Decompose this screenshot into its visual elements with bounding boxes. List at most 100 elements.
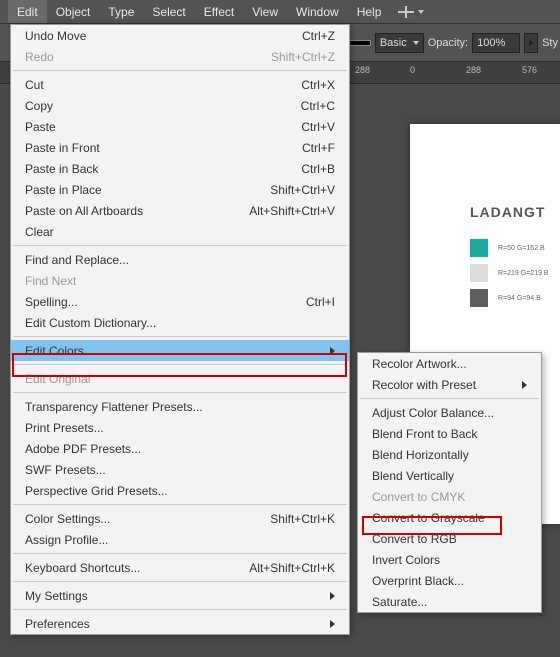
edit-menu-item: Edit Original [11, 368, 349, 389]
ruler-tick: 288 [355, 65, 370, 75]
menu-type[interactable]: Type [99, 0, 143, 23]
edit-colors-item[interactable]: Convert to RGB [358, 528, 541, 549]
menu-item-shortcut: Ctrl+Z [302, 29, 335, 43]
menu-item-label: Recolor with Preset [372, 378, 476, 392]
edit-colors-item[interactable]: Blend Horizontally [358, 444, 541, 465]
menu-item-label: Adjust Color Balance... [372, 406, 494, 420]
menu-item-label: Paste on All Artboards [25, 204, 143, 218]
opacity-popup-button[interactable] [524, 33, 538, 53]
menu-view[interactable]: View [243, 0, 287, 23]
edit-colors-item[interactable]: Blend Front to Back [358, 423, 541, 444]
edit-menu-item[interactable]: Paste on All Artboards Alt+Shift+Ctrl+V [11, 200, 349, 221]
edit-menu-item[interactable]: Undo Move Ctrl+Z [11, 25, 349, 46]
edit-menu-item: Find Next [11, 270, 349, 291]
menu-select[interactable]: Select [143, 0, 194, 23]
menu-item-label: Edit Colors [25, 344, 84, 358]
menu-separator [13, 336, 347, 337]
edit-colors-item[interactable]: Invert Colors [358, 549, 541, 570]
edit-colors-item: Convert to CMYK [358, 486, 541, 507]
menu-effect[interactable]: Effect [195, 0, 243, 23]
edit-colors-item[interactable]: Recolor with Preset [358, 374, 541, 395]
menu-item-label: Overprint Black... [372, 574, 464, 588]
menu-item-label: Transparency Flattener Presets... [25, 400, 203, 414]
layout-grid-icon[interactable] [390, 0, 432, 23]
edit-menu-item[interactable]: Perspective Grid Presets... [11, 480, 349, 501]
menu-item-shortcut: Alt+Shift+Ctrl+V [249, 204, 335, 218]
menu-separator [13, 504, 347, 505]
menu-item-shortcut: Ctrl+X [301, 78, 335, 92]
brush-definition-dropdown[interactable]: Basic [375, 33, 424, 53]
edit-menu-item[interactable]: Print Presets... [11, 417, 349, 438]
edit-menu-item[interactable]: Edit Colors [11, 340, 349, 361]
menu-item-label: Copy [25, 99, 53, 113]
menu-item-label: Cut [25, 78, 44, 92]
ruler-tick: 288 [466, 65, 481, 75]
edit-menu-item[interactable]: Paste in FrontCtrl+F [11, 137, 349, 158]
menu-item-label: Convert to Grayscale [372, 511, 485, 525]
edit-menu-item[interactable]: CopyCtrl+C [11, 95, 349, 116]
submenu-arrow-icon [330, 620, 335, 628]
edit-menu-item[interactable]: Clear [11, 221, 349, 242]
menu-help[interactable]: Help [348, 0, 391, 23]
edit-menu-item[interactable]: PasteCtrl+V [11, 116, 349, 137]
stroke-style-swatch[interactable] [347, 40, 371, 46]
menu-item-label: Assign Profile... [25, 533, 108, 547]
menu-item-label: Undo Move [25, 29, 86, 43]
color-swatch [470, 264, 488, 282]
menu-item-label: Redo [25, 50, 54, 64]
menu-separator [13, 245, 347, 246]
edit-menu-item[interactable]: Assign Profile... [11, 529, 349, 550]
edit-menu-item[interactable]: Find and Replace... [11, 249, 349, 270]
menu-item-label: Perspective Grid Presets... [25, 484, 168, 498]
menu-window[interactable]: Window [287, 0, 348, 23]
menu-item-label: Saturate... [372, 595, 427, 609]
edit-menu-item[interactable]: Keyboard Shortcuts...Alt+Shift+Ctrl+K [11, 557, 349, 578]
menu-separator [13, 70, 347, 71]
edit-menu-item[interactable]: Adobe PDF Presets... [11, 438, 349, 459]
menu-item-shortcut: Shift+Ctrl+V [270, 183, 335, 197]
menu-separator [13, 553, 347, 554]
color-swatch [470, 289, 488, 307]
edit-menu-item[interactable]: Spelling...Ctrl+I [11, 291, 349, 312]
edit-colors-item[interactable]: Blend Vertically [358, 465, 541, 486]
menu-item-label: My Settings [25, 589, 88, 603]
edit-menu-item: RedoShift+Ctrl+Z [11, 46, 349, 67]
opacity-field[interactable]: 100% [472, 33, 520, 53]
edit-menu-item[interactable]: Color Settings...Shift+Ctrl+K [11, 508, 349, 529]
menu-item-shortcut: Shift+Ctrl+K [270, 512, 335, 526]
submenu-arrow-icon [330, 592, 335, 600]
edit-menu-item[interactable]: My Settings [11, 585, 349, 606]
menu-item-label: Print Presets... [25, 421, 104, 435]
menu-item-label: Spelling... [25, 295, 78, 309]
opacity-label: Opacity: [428, 37, 468, 49]
menu-item-label: Edit Custom Dictionary... [25, 316, 156, 330]
ruler-tick: 0 [410, 65, 415, 75]
edit-colors-item[interactable]: Saturate... [358, 591, 541, 612]
edit-colors-item[interactable]: Adjust Color Balance... [358, 402, 541, 423]
edit-colors-item[interactable]: Recolor Artwork... [358, 353, 541, 374]
edit-menu-item[interactable]: Transparency Flattener Presets... [11, 396, 349, 417]
menu-item-label: Paste in Back [25, 162, 98, 176]
edit-menu-item[interactable]: Paste in PlaceShift+Ctrl+V [11, 179, 349, 200]
edit-colors-item[interactable]: Overprint Black... [358, 570, 541, 591]
edit-menu-item[interactable]: Paste in BackCtrl+B [11, 158, 349, 179]
menu-item-label: Edit Original [25, 372, 90, 386]
menu-object[interactable]: Object [47, 0, 100, 23]
menu-separator [13, 392, 347, 393]
edit-menu-item[interactable]: Preferences [11, 613, 349, 634]
menu-edit[interactable]: Edit [8, 0, 47, 23]
edit-menu-item[interactable]: Cut Ctrl+X [11, 74, 349, 95]
edit-colors-item[interactable]: Convert to Grayscale [358, 507, 541, 528]
menu-item-label: Adobe PDF Presets... [25, 442, 141, 456]
menu-item-shortcut: Ctrl+F [302, 141, 335, 155]
menu-separator [360, 398, 539, 399]
edit-colors-submenu: Recolor Artwork... Recolor with Preset Adj… [357, 352, 542, 613]
menu-item-label: Paste [25, 120, 56, 134]
menu-item-shortcut: Alt+Shift+Ctrl+K [249, 561, 335, 575]
edit-menu-item[interactable]: Edit Custom Dictionary... [11, 312, 349, 333]
edit-menu-item[interactable]: SWF Presets... [11, 459, 349, 480]
artwork-title: LADANGT [470, 204, 545, 220]
menu-item-label: SWF Presets... [25, 463, 106, 477]
menu-item-label: Convert to RGB [372, 532, 457, 546]
menu-separator [13, 609, 347, 610]
